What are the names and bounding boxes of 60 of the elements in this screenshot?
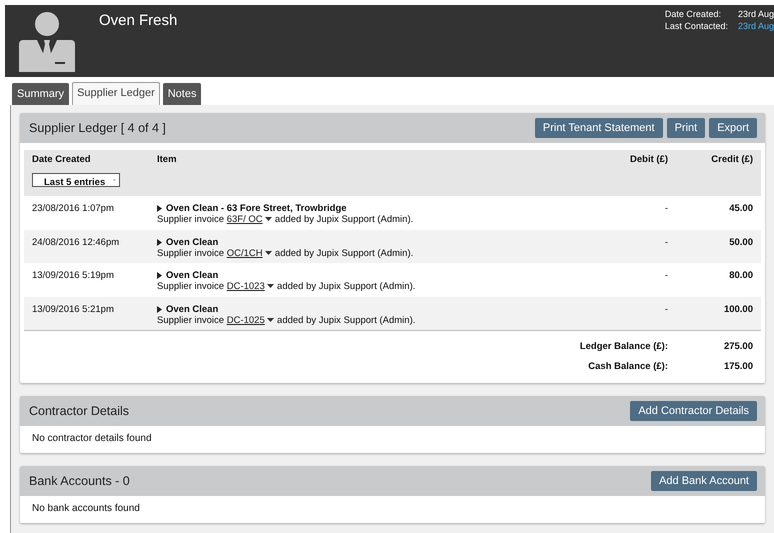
invoice-link[interactable]: OC/1CH bbox=[226, 248, 263, 258]
total-label: Cash Balance (£): bbox=[587, 360, 669, 374]
invoice-link[interactable]: 63F/ OC bbox=[226, 214, 263, 225]
item-title: Oven Clean bbox=[166, 270, 218, 281]
caret-icon[interactable] bbox=[267, 284, 274, 288]
empty-message: No contractor details found bbox=[32, 433, 152, 444]
toolbar-button[interactable]: Print bbox=[666, 118, 706, 138]
meta-label: Last Contacted: bbox=[664, 21, 728, 31]
date-cell-text: 13/09/2016 5:21pm bbox=[31, 302, 115, 314]
invoice-note: Supplier invoice DC-1025 added by Jupix Support (Admin). bbox=[157, 314, 416, 326]
meta-label: Date Created: bbox=[664, 9, 722, 19]
invoice-note: Supplier invoice 63F/ OC added by Jupix Support (Admin). bbox=[157, 214, 414, 225]
expand-icon[interactable] bbox=[157, 306, 162, 312]
credit-cell-text: 80.00 bbox=[728, 269, 754, 281]
invoice-note: Supplier invoice OC/1CH added by Jupix Support (Admin). bbox=[157, 248, 414, 258]
credit-cell-text: 100.00 bbox=[722, 302, 754, 314]
date-cell-text: 13/09/2016 5:19pm bbox=[31, 269, 115, 281]
expand-icon[interactable] bbox=[157, 272, 162, 279]
total-label: Ledger Balance (£): bbox=[578, 340, 669, 354]
toolbar-button[interactable]: Print Tenant Statement bbox=[534, 118, 663, 138]
debit-cell-text: - bbox=[664, 236, 669, 248]
caret-icon[interactable] bbox=[265, 217, 272, 222]
tab[interactable]: Supplier Ledger bbox=[72, 82, 160, 105]
total-value: 175.00 bbox=[722, 360, 754, 374]
item-title: Oven Clean bbox=[166, 236, 218, 248]
column-header: Credit (£) bbox=[710, 153, 754, 165]
column-header: Item bbox=[156, 153, 178, 165]
column-header: Debit (£) bbox=[629, 153, 669, 165]
expand-icon[interactable] bbox=[157, 238, 162, 246]
total-value: 275.00 bbox=[722, 340, 754, 354]
caret-icon[interactable] bbox=[265, 250, 272, 255]
debit-cell-text: - bbox=[664, 302, 669, 314]
caret-icon[interactable] bbox=[267, 318, 274, 322]
toolbar-button[interactable]: Export bbox=[709, 118, 757, 138]
debit-cell-text: - bbox=[664, 202, 669, 214]
date-link[interactable]: 23rd Aug bbox=[738, 21, 774, 31]
empty-message: No bank accounts found bbox=[32, 503, 140, 514]
credit-cell-text: 45.00 bbox=[728, 202, 754, 214]
expand-icon[interactable] bbox=[157, 205, 162, 212]
panel-title: Bank Accounts - 0 bbox=[29, 474, 130, 488]
contact-name: Oven Fresh bbox=[99, 12, 178, 31]
panel-title: Supplier Ledger [ 4 of 4 ] bbox=[29, 121, 166, 135]
item-title: Oven Clean bbox=[166, 304, 218, 314]
meta-value: 23rd Aug bbox=[738, 9, 774, 19]
entries-dropdown[interactable]: Last 5 entries bbox=[32, 173, 120, 187]
tab[interactable]: Notes bbox=[162, 83, 202, 105]
date-cell-text: 23/08/2016 1:07pm bbox=[31, 202, 115, 214]
add-button[interactable]: Add Bank Account bbox=[651, 471, 757, 491]
avatar-icon bbox=[17, 10, 77, 72]
credit-cell-text: 50.00 bbox=[728, 236, 754, 248]
panel-title: Contractor Details bbox=[29, 404, 130, 418]
invoice-link[interactable]: DC-1023 bbox=[226, 281, 265, 292]
item-title: Oven Clean - 63 Fore Street, Trowbridge bbox=[166, 203, 347, 214]
date-cell-text: 24/08/2016 12:46pm bbox=[31, 236, 120, 248]
invoice-note: Supplier invoice DC-1023 added by Jupix Support (Admin). bbox=[157, 281, 416, 292]
debit-cell-text: - bbox=[664, 269, 669, 281]
add-button[interactable]: Add Contractor Details bbox=[630, 401, 757, 421]
column-header: Date Created bbox=[31, 153, 92, 165]
invoice-link[interactable]: DC-1025 bbox=[226, 314, 265, 326]
tab[interactable]: Summary bbox=[12, 83, 70, 105]
